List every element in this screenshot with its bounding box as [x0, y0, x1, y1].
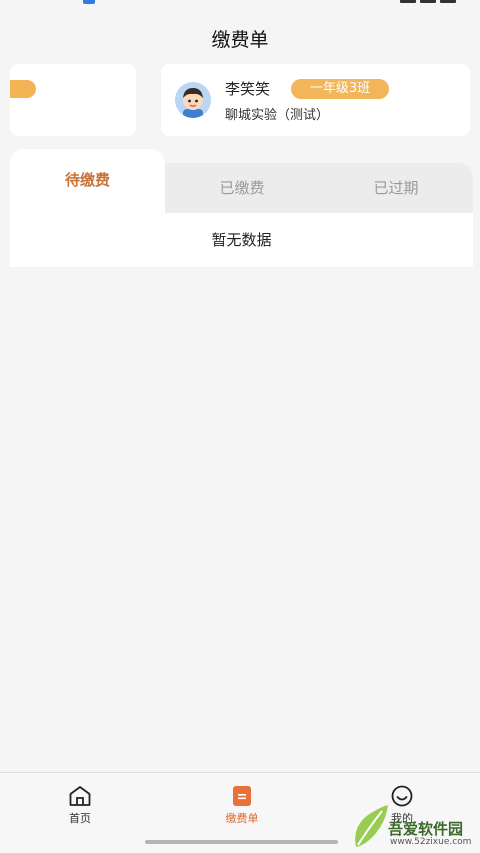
watermark-text: 吾爱软件园: [388, 820, 464, 838]
status-icons: [400, 0, 456, 3]
notification-icon: [83, 0, 95, 4]
class-badge: 一年级3班: [291, 79, 389, 99]
home-indicator[interactable]: [145, 840, 338, 844]
battery-icon: [440, 0, 456, 3]
school-name: 聊城实验（测试）: [225, 108, 330, 123]
nav-label-home: 首页: [69, 812, 91, 825]
signal-icon: [420, 0, 436, 3]
signal-icon: [400, 0, 416, 3]
tab-paid[interactable]: 已缴费: [165, 163, 319, 214]
boy-avatar-icon: [175, 82, 211, 118]
leaf-logo-icon: [355, 805, 388, 847]
page-title: 缴费单: [211, 29, 269, 51]
home-icon: [69, 786, 91, 806]
nav-item-bills[interactable]: 缴费单: [202, 785, 282, 826]
empty-state: 暂无数据: [10, 213, 473, 267]
status-bar: [0, 0, 480, 8]
class-badge-stub: [10, 80, 36, 98]
student-card-previous[interactable]: [10, 64, 136, 136]
watermark: 吾爱软件园 www.52zixue.com: [350, 795, 480, 853]
nav-label-bills: 缴费单: [225, 812, 259, 825]
tab-expired[interactable]: 已过期: [319, 163, 473, 214]
student-card[interactable]: 李笑笑 一年级3班 聊城实验（测试）: [161, 64, 470, 136]
avatar: [175, 82, 211, 118]
student-name: 李笑笑: [225, 80, 271, 98]
nav-item-home[interactable]: 首页: [40, 785, 120, 826]
page-header: 缴费单: [0, 22, 480, 58]
bill-icon: [233, 786, 251, 806]
fee-tabs: 已缴费 已过期 待缴费 暂无数据: [10, 149, 473, 267]
tab-pending[interactable]: 待缴费: [10, 149, 165, 215]
watermark-url: www.52zixue.com: [390, 837, 472, 847]
